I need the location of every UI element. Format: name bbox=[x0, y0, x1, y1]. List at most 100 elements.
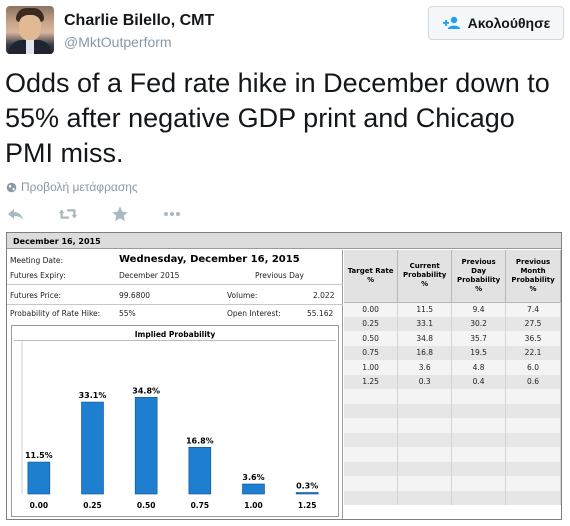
author-handle[interactable]: @MktOutperform bbox=[64, 34, 172, 50]
table-cell: 1.00 bbox=[344, 360, 399, 375]
table-row: 0.50 34.8 35.7 36.5 bbox=[344, 331, 561, 346]
volume-value: 2.022 bbox=[313, 291, 335, 300]
add-user-icon bbox=[442, 16, 460, 29]
table-cell: 4.8 bbox=[451, 360, 507, 375]
x-tick-label: 0.75 bbox=[191, 501, 210, 510]
table-empty-row bbox=[344, 447, 561, 462]
retweet-button[interactable] bbox=[58, 204, 110, 224]
data-label: 33.1% bbox=[79, 391, 107, 400]
table-cell bbox=[505, 418, 561, 433]
table-cell bbox=[505, 447, 561, 462]
table-cell: 0.50 bbox=[344, 331, 399, 346]
probability-table-panel: Target Rate % Current Probability % Prev… bbox=[344, 250, 561, 519]
bar-chart-svg: 11.5% 0.00 33.1% 0.25 34.8% 0.50 16.8% 0.75 3.6%… bbox=[21, 341, 319, 510]
table-empty-row bbox=[344, 432, 561, 447]
meeting-date: Wednesday, December 16, 2015 bbox=[119, 254, 300, 265]
data-label: 11.5% bbox=[25, 451, 53, 460]
bar-0.50 bbox=[134, 397, 158, 495]
table-empty-row bbox=[344, 490, 561, 505]
col-header-prev-month-prob: Previous Month Probability % bbox=[505, 250, 561, 303]
futures-expiry: December 2015 bbox=[119, 271, 180, 280]
star-icon bbox=[112, 206, 128, 222]
table-cell bbox=[451, 432, 507, 447]
table-cell bbox=[451, 490, 507, 505]
more-icon bbox=[164, 212, 180, 216]
x-tick-label: 0.50 bbox=[137, 501, 156, 510]
table-header-row: Target Rate % Current Probability % Prev… bbox=[344, 250, 561, 303]
x-tick-label: 1.25 bbox=[298, 501, 317, 510]
table-row: 0.00 11.5 9.4 7.4 bbox=[344, 302, 561, 317]
col-header-target-rate: Target Rate % bbox=[344, 250, 399, 303]
table-cell bbox=[397, 490, 453, 505]
author-name[interactable]: Charlie Bilello, CMT bbox=[64, 12, 214, 30]
futures-price: 99.6800 bbox=[119, 291, 151, 300]
volume-label: Volume: bbox=[227, 291, 258, 300]
table-cell: 30.2 bbox=[451, 316, 507, 331]
table-cell bbox=[505, 403, 561, 418]
table-cell bbox=[505, 490, 561, 505]
implied-probability-chart: Implied Probability 11.5% 0.00 33.1% 0.25 34… bbox=[11, 325, 339, 517]
view-translation-link[interactable]: Προβολή μετάφρασης bbox=[6, 180, 138, 194]
table-cell bbox=[397, 461, 453, 476]
col-header-current-prob: Current Probability % bbox=[397, 250, 453, 303]
avatar[interactable] bbox=[6, 6, 54, 54]
table-cell: 16.8 bbox=[397, 345, 453, 360]
table-cell bbox=[344, 461, 399, 476]
fedwatch-header-date: December 16, 2015 bbox=[7, 233, 561, 249]
fedwatch-image[interactable]: December 16, 2015 Meeting Date: Wednesda… bbox=[6, 232, 562, 520]
open-interest-label: Open Interest: bbox=[227, 309, 281, 318]
meeting-date-label: Meeting Date: bbox=[10, 256, 64, 265]
follow-label: Ακολούθησε bbox=[467, 15, 551, 31]
col-header-prev-day-prob: Previous Day Probability % bbox=[451, 250, 507, 303]
table-cell bbox=[505, 476, 561, 491]
chart-title: Implied Probability bbox=[134, 330, 216, 339]
table-cell bbox=[397, 389, 453, 404]
table-cell bbox=[344, 447, 399, 462]
table-cell: 0.25 bbox=[344, 316, 399, 331]
table-cell bbox=[397, 447, 453, 462]
table-cell bbox=[397, 403, 453, 418]
table-empty-row bbox=[344, 418, 561, 433]
prob-hike-value: 55% bbox=[119, 309, 136, 318]
table-cell: 33.1 bbox=[397, 316, 453, 331]
like-button[interactable] bbox=[110, 204, 162, 224]
table-cell: 36.5 bbox=[505, 331, 561, 346]
bar-0.25 bbox=[81, 401, 104, 495]
prob-hike-label: Probability of Rate Hike: bbox=[10, 309, 101, 318]
futures-expiry-label: Futures Expiry: bbox=[10, 271, 66, 280]
table-cell bbox=[344, 476, 399, 491]
bar-0.00 bbox=[27, 461, 51, 495]
bar-0.75 bbox=[188, 447, 212, 495]
table-cell bbox=[451, 476, 507, 491]
globe-icon bbox=[6, 182, 17, 192]
table-cell: 19.5 bbox=[451, 345, 507, 360]
table-cell: 0.4 bbox=[451, 374, 507, 389]
table-cell: 11.5 bbox=[397, 302, 453, 317]
table-cell bbox=[397, 476, 453, 491]
table-cell bbox=[344, 389, 399, 404]
reply-button[interactable] bbox=[6, 204, 58, 224]
table-row: 0.75 16.8 19.5 22.1 bbox=[344, 345, 561, 360]
table-cell bbox=[397, 432, 453, 447]
table-cell: 1.25 bbox=[344, 374, 399, 389]
table-cell bbox=[505, 432, 561, 447]
table-cell bbox=[451, 389, 507, 404]
table-empty-row bbox=[344, 476, 561, 491]
table-cell bbox=[451, 418, 507, 433]
table-cell bbox=[344, 432, 399, 447]
x-tick-label: 1.00 bbox=[244, 501, 263, 510]
tweet-actions bbox=[6, 204, 214, 224]
open-interest-value: 55.162 bbox=[307, 309, 334, 318]
follow-button[interactable]: Ακολούθησε bbox=[428, 6, 564, 40]
table-row: 1.25 0.3 0.4 0.6 bbox=[344, 374, 561, 389]
more-button[interactable] bbox=[162, 204, 214, 224]
table-cell bbox=[344, 403, 399, 418]
view-translation-label: Προβολή μετάφρασης bbox=[21, 180, 138, 194]
table-row: 1.00 3.6 4.8 6.0 bbox=[344, 360, 561, 375]
table-cell bbox=[344, 490, 399, 505]
table-cell: 35.7 bbox=[451, 331, 507, 346]
table-cell bbox=[344, 418, 399, 433]
data-label: 0.3% bbox=[296, 482, 318, 491]
table-empty-row bbox=[344, 461, 561, 476]
retweet-icon bbox=[58, 209, 78, 219]
